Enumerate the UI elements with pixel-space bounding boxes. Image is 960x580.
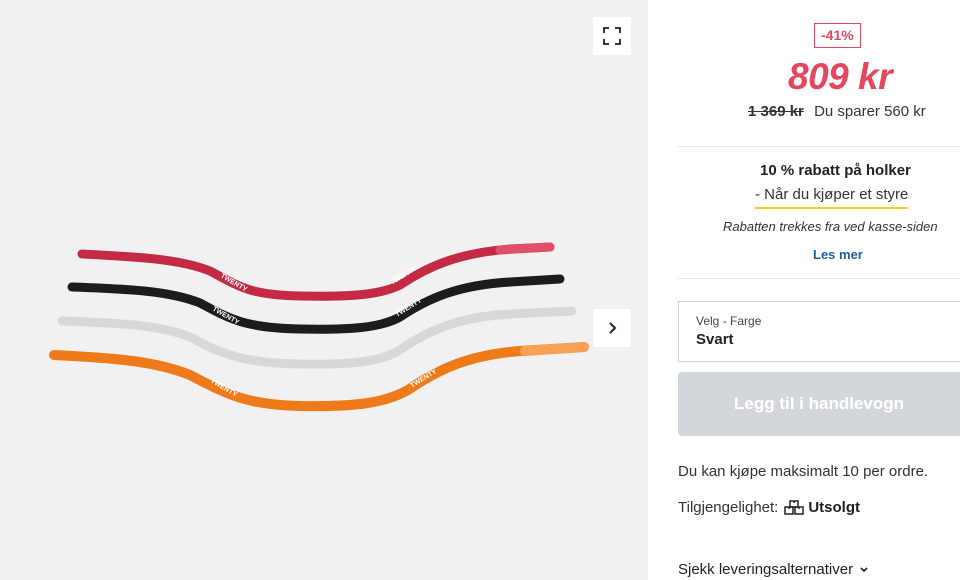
- divider: [678, 146, 960, 147]
- availability: Tilgjengelighet: Utsolgt: [678, 499, 860, 516]
- delivery-label: Sjekk leveringsalternativer: [678, 561, 854, 578]
- next-image-button[interactable]: [593, 309, 631, 347]
- delivery-options-toggle[interactable]: Sjekk leveringsalternativer: [678, 561, 869, 578]
- color-select-label: Velg - Farge: [696, 314, 762, 328]
- promo-subtitle: - Når du kjøper et styre: [755, 186, 909, 209]
- availability-label: Tilgjengelighet:: [678, 499, 779, 516]
- price: 809 kr: [788, 56, 893, 97]
- product-gallery: TWENTY TWENTY TWENTY TWENTY TWENTY TWENT…: [0, 0, 648, 580]
- color-select-value: Svart: [696, 331, 734, 348]
- max-order-text: Du kan kjøpe maksimalt 10 per ordre.: [678, 463, 929, 480]
- old-price: 1 369 kr: [748, 103, 804, 120]
- savings-text: Du sparer 560 kr: [814, 103, 926, 120]
- color-select[interactable]: Velg - Farge Svart: [678, 301, 960, 362]
- boxes-icon: [784, 499, 805, 516]
- fullscreen-button[interactable]: [593, 17, 631, 55]
- read-more-link[interactable]: Les mer: [813, 247, 863, 262]
- product-info-panel: -41% 809 kr 1 369 kr Du sparer 560 kr 10…: [648, 0, 960, 580]
- promo-note: Rabatten trekkes fra ved kasse-siden: [723, 219, 938, 234]
- chevron-right-icon: [609, 322, 617, 334]
- availability-status: Utsolgt: [808, 499, 861, 516]
- add-to-cart-button[interactable]: Legg til i handlevogn: [678, 372, 960, 436]
- discount-badge: -41%: [814, 23, 861, 48]
- chevron-down-icon: [859, 566, 869, 574]
- divider: [678, 278, 960, 279]
- product-image: TWENTY TWENTY TWENTY TWENTY TWENTY TWENT…: [49, 242, 589, 412]
- fullscreen-icon: [603, 27, 621, 45]
- price-comparison: 1 369 kr Du sparer 560 kr: [748, 103, 926, 120]
- promo-title: 10 % rabatt på holker: [760, 162, 911, 179]
